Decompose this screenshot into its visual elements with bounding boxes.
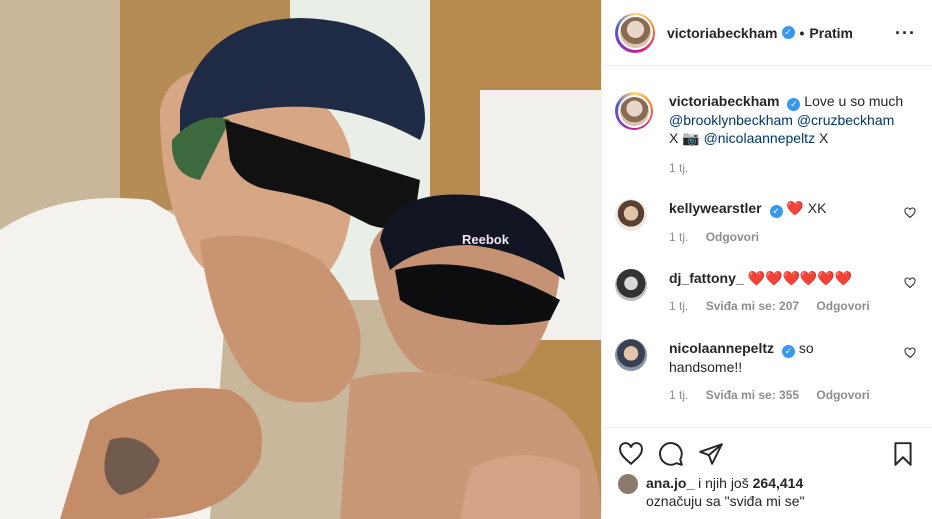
caption-time[interactable]: 1 tj.: [669, 161, 688, 175]
liker-username[interactable]: ana.jo_: [646, 475, 694, 491]
comment-body: kellywearstler ✓ ❤️ XK 1 tj. Odgovori: [669, 199, 916, 246]
instagram-post: Reebok victoriabeckham ✓ • Pratim ··· vi…: [0, 0, 932, 519]
comment-like-icon[interactable]: [904, 347, 916, 359]
likes-summary: ana.jo_ i njih još 264,414 označuju sa "…: [618, 474, 916, 510]
comment-hearts: ❤️: [786, 200, 804, 216]
comment-username[interactable]: nicolaannepeltz: [669, 340, 774, 356]
comment-row: kellywearstler ✓ ❤️ XK 1 tj. Odgovori: [615, 199, 916, 246]
liker-avatar[interactable]: [618, 474, 638, 494]
save-bookmark-icon[interactable]: [890, 441, 916, 467]
verified-badge-icon: ✓: [781, 345, 795, 358]
comment-body: nicolaannepeltz ✓ so handsome!! 1 tj. Sv…: [669, 339, 916, 404]
camera-emoji: 📷: [682, 130, 700, 146]
comment-time[interactable]: 1 tj.: [669, 299, 688, 313]
post-header: victoriabeckham ✓ • Pratim ···: [602, 0, 932, 66]
comment-bubble-icon[interactable]: [658, 441, 684, 467]
post-footer: ana.jo_ i njih još 264,414 označuju sa "…: [602, 427, 932, 510]
mention-cruzbeckham[interactable]: @cruzbeckham: [797, 112, 894, 128]
comment-text: XK: [807, 200, 827, 216]
verified-badge-icon: ✓: [769, 205, 783, 218]
caption-username[interactable]: victoriabeckham: [669, 93, 780, 109]
mention-nicolaannepeltz[interactable]: @nicolaannepeltz: [704, 130, 816, 146]
caption-text: X: [669, 130, 679, 146]
separator-dot: •: [799, 24, 805, 41]
caption-text: Love u so much: [804, 93, 904, 109]
comment-body: dj_fattony_ ❤️❤️❤️❤️❤️❤️ 1 tj. Sviđa mi …: [669, 269, 916, 315]
more-horizontal-icon[interactable]: ···: [895, 24, 916, 42]
comment-text: handsome!!: [669, 359, 743, 375]
comment-username[interactable]: dj_fattony_: [669, 270, 744, 286]
post-sidebar: victoriabeckham ✓ • Pratim ··· victoriab…: [601, 0, 932, 519]
comment-time[interactable]: 1 tj.: [669, 388, 688, 402]
comment-hearts: ❤️❤️❤️❤️❤️❤️: [747, 270, 853, 286]
share-paper-plane-icon[interactable]: [698, 441, 724, 467]
reply-button[interactable]: Odgovori: [706, 230, 759, 244]
likes-middle-text: i njih još: [698, 475, 749, 491]
caption-avatar[interactable]: [615, 92, 653, 130]
mention-brooklynbeckham[interactable]: @brooklynbeckham: [669, 112, 793, 128]
reply-button[interactable]: Odgovori: [816, 299, 869, 313]
likes-suffix-text: označuju sa "sviđa mi se": [646, 493, 805, 509]
svg-text:Reebok: Reebok: [462, 232, 510, 247]
comment-text: so: [798, 340, 814, 356]
comment-likes-count[interactable]: Sviđa mi se: 355: [706, 388, 799, 402]
caption-body: victoriabeckham ✓ Love u so much @brookl…: [669, 92, 916, 177]
commenter-avatar[interactable]: [615, 339, 647, 371]
author-avatar[interactable]: [615, 12, 655, 53]
comment-likes-count[interactable]: Sviđa mi se: 207: [706, 299, 799, 313]
comment-like-icon[interactable]: [904, 277, 916, 289]
caption-row: victoriabeckham ✓ Love u so much @brookl…: [615, 92, 916, 177]
comments-list[interactable]: victoriabeckham ✓ Love u so much @brookl…: [602, 67, 932, 427]
caption-text: X: [818, 130, 829, 146]
photo-illustration: Reebok: [0, 0, 601, 519]
post-photo[interactable]: Reebok: [0, 0, 601, 519]
author-username[interactable]: victoriabeckham: [667, 25, 778, 41]
comment-row: nicolaannepeltz ✓ so handsome!! 1 tj. Sv…: [615, 339, 916, 404]
verified-badge-icon: ✓: [787, 98, 801, 111]
action-bar: [618, 428, 916, 480]
comment-row: dj_fattony_ ❤️❤️❤️❤️❤️❤️ 1 tj. Sviđa mi …: [615, 269, 916, 315]
reply-button[interactable]: Odgovori: [816, 388, 869, 402]
comment-like-icon[interactable]: [904, 207, 916, 219]
likes-count[interactable]: 264,414: [753, 475, 804, 491]
follow-status-button[interactable]: Pratim: [809, 25, 853, 41]
commenter-avatar[interactable]: [615, 269, 647, 301]
comment-time[interactable]: 1 tj.: [669, 230, 688, 244]
verified-badge-icon: ✓: [781, 26, 795, 39]
comment-username[interactable]: kellywearstler: [669, 200, 762, 216]
like-heart-icon[interactable]: [618, 441, 644, 467]
commenter-avatar[interactable]: [615, 199, 647, 231]
